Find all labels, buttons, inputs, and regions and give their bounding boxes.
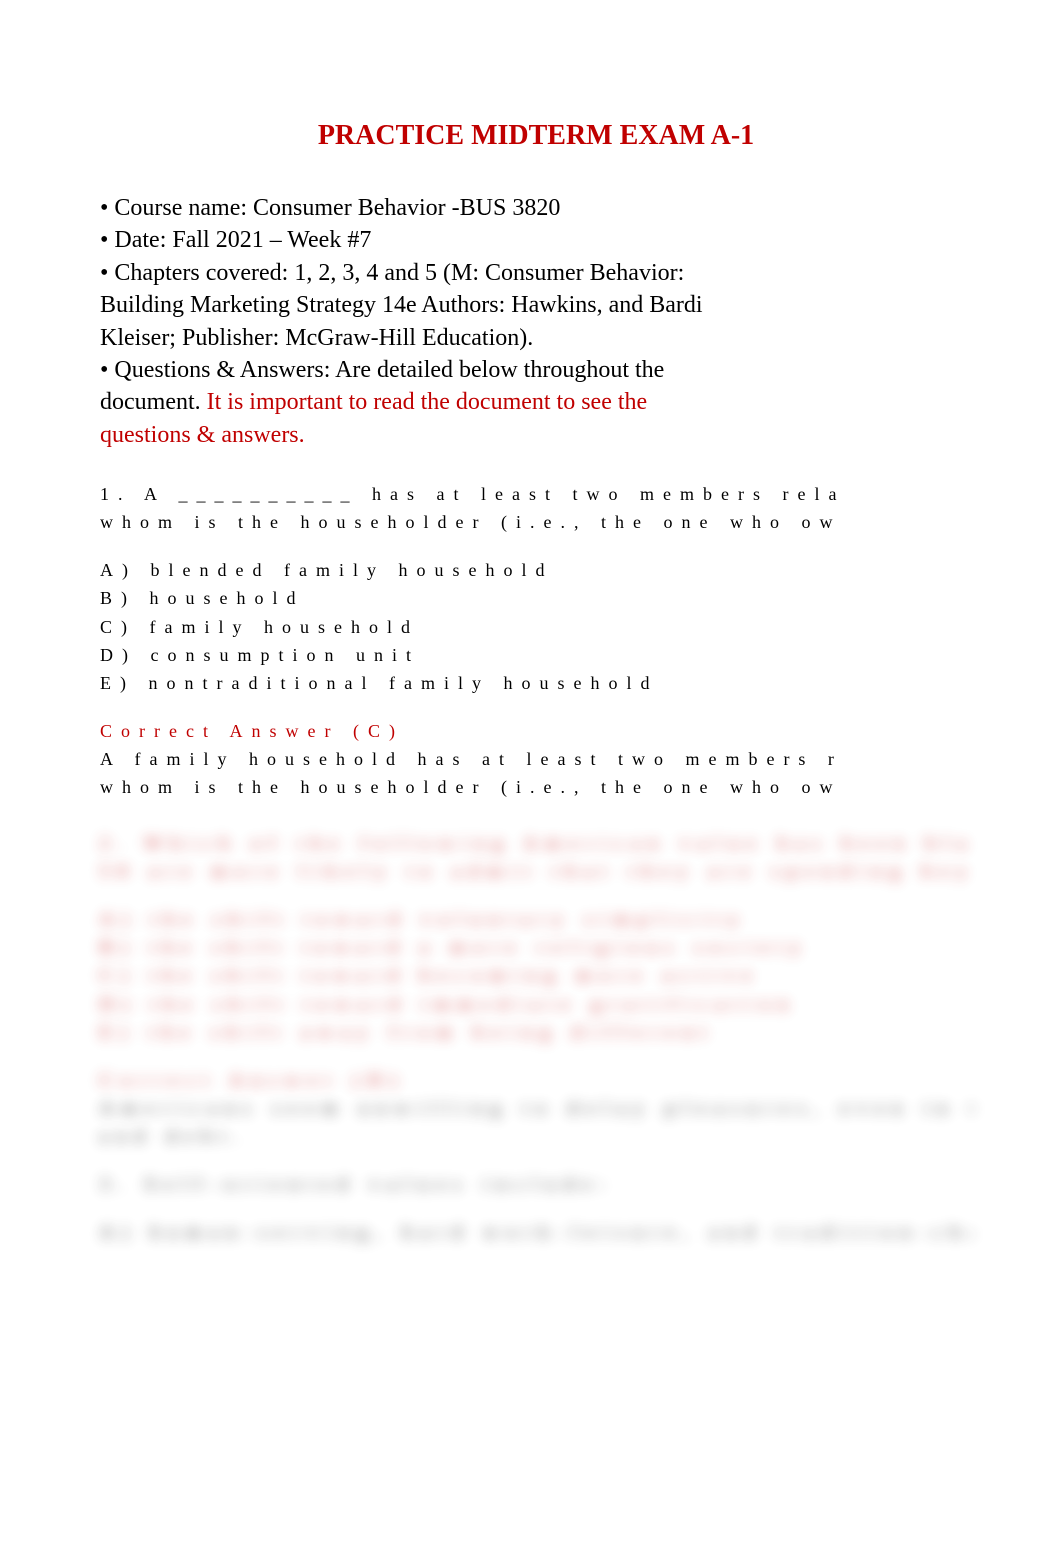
date-line: • Date: Fall 2021 – Week #7 [100, 224, 972, 256]
chapters-line-3: Kleiser; Publisher: McGraw-Hill Educatio… [100, 322, 972, 354]
exam-metadata: • Course name: Consumer Behavior -BUS 38… [100, 192, 972, 451]
qa-line-2: document. It is important to read the do… [100, 386, 972, 418]
q1-option-e: E) nontraditional family household [100, 670, 972, 696]
q1-correct-answer: Correct Answer (C) [100, 718, 972, 744]
blur-line-5: C) the shift toward becoming more active [100, 962, 972, 988]
blur-line-3: A) the shift toward voluntary simplicity [100, 906, 972, 932]
blur-line-8: Correct Answer (D) [100, 1067, 972, 1093]
page-title: PRACTICE MIDTERM EXAM A-1 [100, 120, 972, 152]
course-line: • Course name: Consumer Behavior -BUS 38… [100, 192, 972, 224]
blur-line-7: E) the shift away from being different [100, 1019, 972, 1045]
blur-line-10: and debt. [100, 1123, 972, 1149]
q1-option-c: C) family household [100, 614, 972, 640]
q1-explanation-2: whom is the householder (i.e., the one w… [100, 774, 972, 800]
blurred-content: 2. Which of the following American value… [100, 830, 972, 1245]
blur-line-6: D) the shift toward immediate gratificat… [100, 991, 972, 1017]
q1-option-d: D) consumption unit [100, 642, 972, 668]
q1-explanation-1: A family household has at least two memb… [100, 746, 972, 772]
blur-line-12: A) human-serving, hard work-leisure, and… [100, 1219, 972, 1245]
blur-line-11: 3. Self-oriented values include: [100, 1171, 972, 1197]
chapters-line-1: • Chapters covered: 1, 2, 3, 4 and 5 (M:… [100, 257, 972, 289]
question-1: 1. A __________ has at least two members… [100, 481, 972, 800]
qa-line-2b: It is important to read the document to … [207, 389, 648, 415]
blur-line-4: B) the shift toward a more religious soc… [100, 934, 972, 960]
q1-option-b: B) household [100, 585, 972, 611]
qa-line-1: • Questions & Answers: Are detailed belo… [100, 354, 972, 386]
q1-stem-line-2: whom is the householder (i.e., the one w… [100, 509, 972, 535]
blur-line-9: Americans seem unwilling to delay pleasu… [100, 1095, 972, 1121]
q1-option-a: A) blended family household [100, 557, 972, 583]
blur-line-1: 2. Which of the following American value… [100, 830, 972, 856]
chapters-line-2: Building Marketing Strategy 14e Authors:… [100, 289, 972, 321]
q1-stem-line-1: 1. A __________ has at least two members… [100, 481, 972, 507]
page: PRACTICE MIDTERM EXAM A-1 • Course name:… [0, 0, 1062, 1556]
qa-line-3: questions & answers. [100, 419, 972, 451]
qa-line-2a: document. [100, 389, 207, 415]
blur-line-2: 50 are more likely to admit that they ar… [100, 858, 972, 884]
